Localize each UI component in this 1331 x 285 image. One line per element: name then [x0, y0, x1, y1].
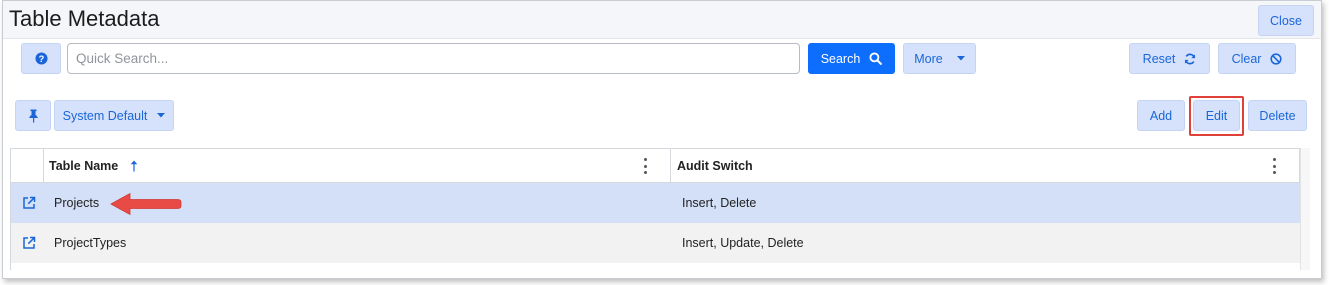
more-dropdown[interactable]: More: [903, 43, 976, 74]
table-name-cell: Projects: [54, 196, 100, 210]
open-external-icon[interactable]: [22, 236, 36, 250]
search-button[interactable]: Search: [808, 43, 895, 74]
quick-search-input[interactable]: [67, 43, 800, 74]
svg-text:?: ?: [38, 54, 44, 64]
caret-down-icon: [157, 113, 166, 118]
column-header-audit-switch[interactable]: Audit Switch: [677, 149, 1237, 183]
refresh-icon: [1184, 53, 1196, 65]
more-label: More: [914, 51, 943, 66]
grid-vertical-scrollbar[interactable]: [1300, 148, 1310, 270]
close-button[interactable]: Close: [1258, 5, 1314, 36]
help-icon: ?: [34, 52, 48, 65]
view-selector-dropdown[interactable]: System Default: [54, 100, 174, 131]
annotation-arrow: [110, 192, 182, 216]
table-metadata-window: Table Metadata Close ? Search More Reset: [2, 0, 1322, 279]
audit-switch-cell: Insert, Delete: [682, 196, 757, 210]
clear-label: Clear: [1231, 51, 1262, 66]
table-name-column-menu-icon[interactable]: [644, 158, 648, 174]
table-name-header-label: Table Name: [49, 159, 119, 173]
add-button[interactable]: Add: [1137, 100, 1185, 131]
edit-highlight-box: [1189, 96, 1244, 136]
table-metadata-grid: Table Name Audit Switch Projects Insert,…: [10, 148, 1300, 270]
page-title: Table Metadata: [9, 6, 160, 31]
ban-icon: [1270, 52, 1283, 65]
sort-ascending-icon: [130, 160, 138, 172]
view-selector-label: System Default: [62, 108, 148, 123]
search-button-label: Search: [820, 51, 861, 66]
delete-button[interactable]: Delete: [1248, 100, 1307, 131]
audit-switch-header-label: Audit Switch: [677, 159, 753, 173]
grid-header: Table Name Audit Switch: [11, 148, 1300, 183]
table-row[interactable]: Projects Insert, Delete: [11, 183, 1300, 223]
reset-label: Reset: [1142, 51, 1176, 66]
table-name-cell: ProjectTypes: [54, 236, 127, 250]
pin-button[interactable]: [15, 100, 51, 131]
clear-button[interactable]: Clear: [1218, 43, 1296, 74]
table-row[interactable]: ProjectTypes Insert, Update, Delete: [11, 223, 1300, 263]
audit-switch-cell: Insert, Update, Delete: [682, 236, 804, 250]
title-bar: Table Metadata: [3, 1, 1321, 39]
open-external-icon[interactable]: [22, 196, 36, 210]
search-icon: [869, 52, 883, 65]
audit-switch-column-menu-icon[interactable]: [1273, 158, 1277, 174]
column-divider: [670, 149, 671, 183]
column-divider: [43, 149, 44, 183]
help-button[interactable]: ?: [21, 43, 61, 74]
caret-down-icon: [956, 56, 965, 61]
column-header-table-name[interactable]: Table Name: [49, 149, 649, 183]
reset-button[interactable]: Reset: [1129, 43, 1210, 74]
pin-icon: [28, 109, 38, 123]
